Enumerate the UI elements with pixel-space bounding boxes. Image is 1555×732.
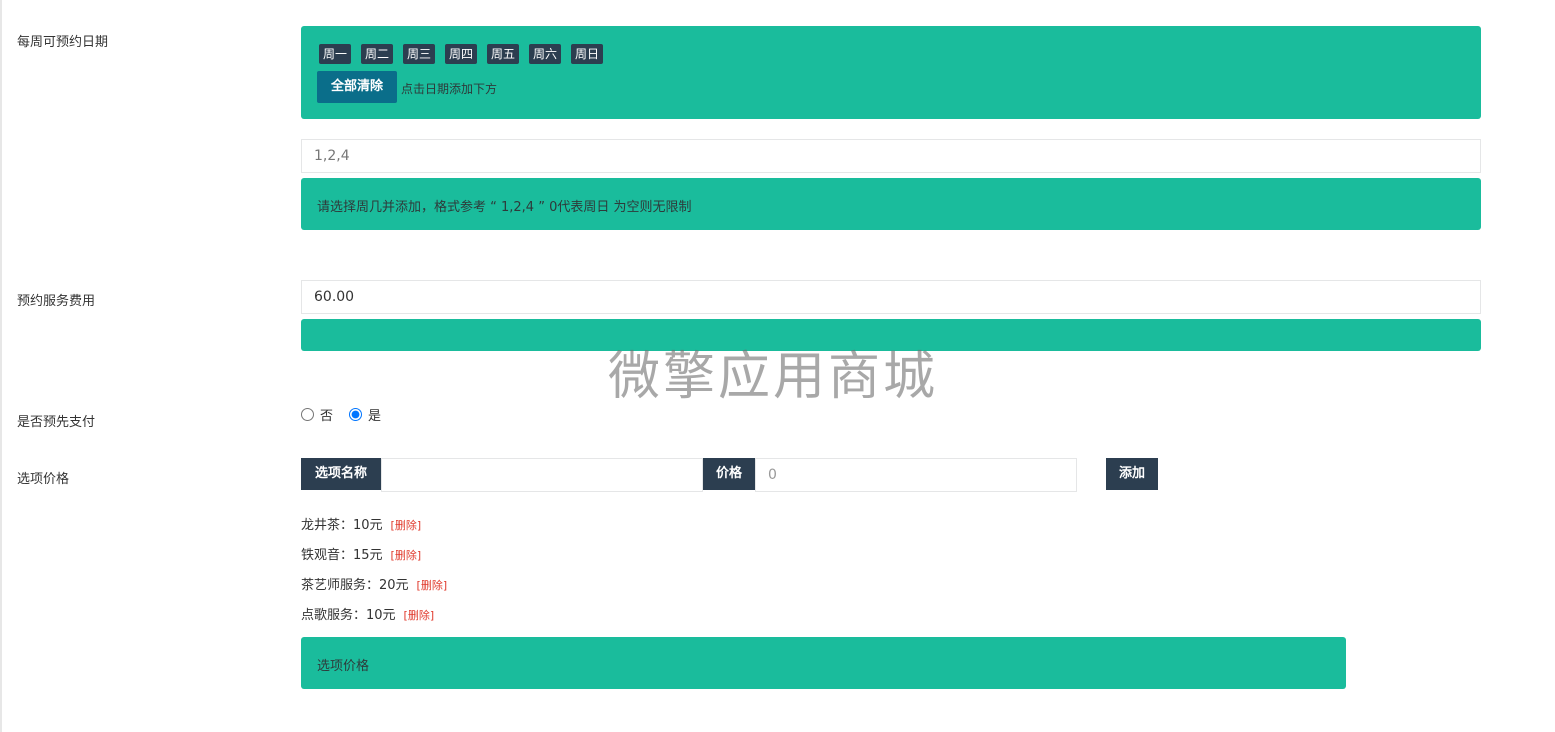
delete-option-link[interactable]: [删除] [391, 549, 422, 562]
day-button-sat[interactable]: 周六 [529, 44, 562, 64]
fee-label: 预约服务费用 [17, 294, 96, 309]
weekdays-help-text: 请选择周几并添加，格式参考 “ 1,2,4 ” 0代表周日 为空则无限制 [317, 200, 692, 215]
day-button-fri[interactable]: 周五 [487, 44, 520, 64]
weekdays-label: 每周可预约日期 [17, 35, 109, 50]
option-item: 铁观音：15元 [删除] [301, 544, 421, 563]
prepay-option-no-label: 否 [320, 409, 334, 424]
weekdays-help-block: 请选择周几并添加，格式参考 “ 1,2,4 ” 0代表周日 为空则无限制 [301, 178, 1481, 230]
day-button-tue[interactable]: 周二 [361, 44, 394, 64]
weekday-picker-panel [301, 26, 1481, 119]
delete-option-link[interactable]: [删除] [391, 519, 422, 532]
option-item: 龙井茶：10元 [删除] [301, 514, 421, 533]
option-item-text: 龙井茶：10元 [301, 518, 383, 533]
left-border [0, 0, 2, 732]
option-item-text: 点歌服务：10元 [301, 608, 396, 623]
option-price-input[interactable] [755, 458, 1077, 492]
options-help-text: 选项价格 [317, 659, 370, 674]
delete-option-link[interactable]: [删除] [404, 609, 435, 622]
day-button-thu[interactable]: 周四 [445, 44, 478, 64]
fee-input[interactable] [301, 280, 1481, 314]
weekdays-input[interactable] [301, 139, 1481, 173]
options-help-block: 选项价格 [301, 637, 1346, 689]
prepay-option-yes[interactable]: 是 [349, 405, 381, 424]
option-price-addon: 价格 [703, 458, 755, 490]
day-button-sun[interactable]: 周日 [571, 44, 604, 64]
prepay-label: 是否预先支付 [17, 415, 96, 430]
prepay-radio-no[interactable] [301, 408, 314, 421]
prepay-radio-yes[interactable] [349, 408, 362, 421]
option-name-addon: 选项名称 [301, 458, 381, 490]
day-button-wed[interactable]: 周三 [403, 44, 436, 64]
delete-option-link[interactable]: [删除] [417, 579, 448, 592]
prepay-option-no[interactable]: 否 [301, 405, 333, 424]
watermark-text: 微擎应用商城 [608, 347, 939, 407]
add-option-button[interactable]: 添加 [1106, 458, 1158, 490]
option-item: 点歌服务：10元 [删除] [301, 604, 434, 623]
options-price-label: 选项价格 [17, 472, 70, 487]
click-hint-text: 点击日期添加下方 [401, 82, 498, 96]
option-item-text: 茶艺师服务：20元 [301, 578, 409, 593]
option-name-input[interactable] [381, 458, 703, 492]
option-item-text: 铁观音：15元 [301, 548, 383, 563]
option-item: 茶艺师服务：20元 [删除] [301, 574, 447, 593]
day-button-mon[interactable]: 周一 [319, 44, 352, 64]
prepay-option-yes-label: 是 [368, 409, 382, 424]
clear-all-button[interactable]: 全部清除 [317, 71, 397, 103]
